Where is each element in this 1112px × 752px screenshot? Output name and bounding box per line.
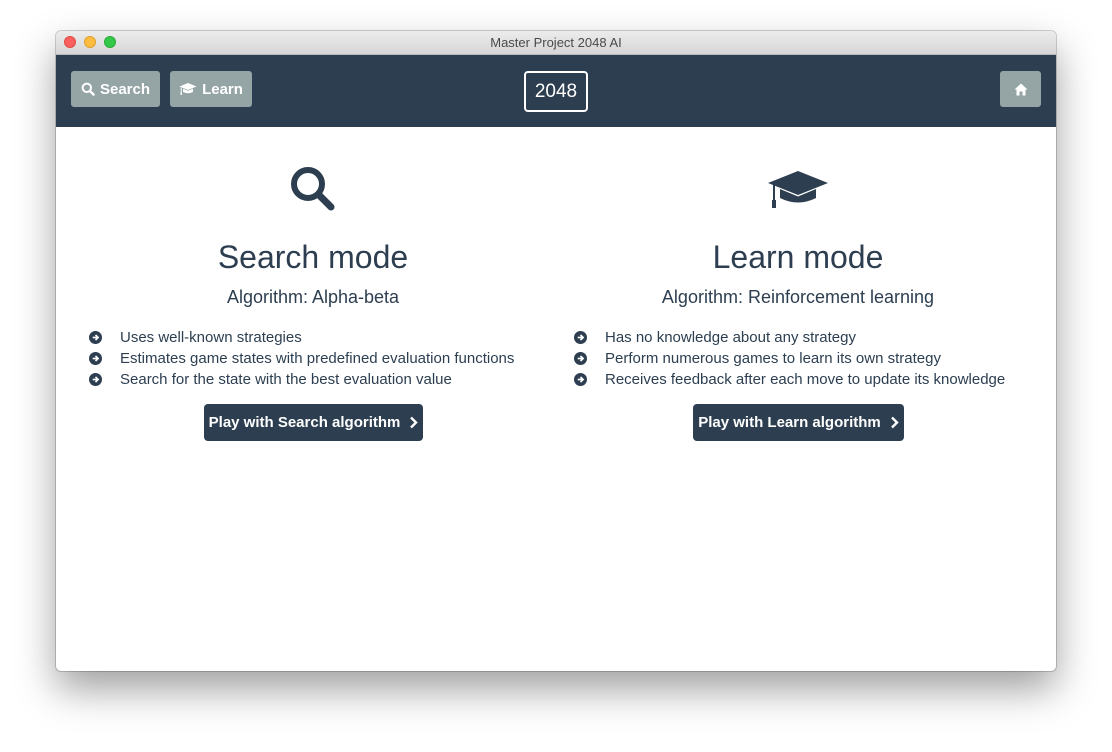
list-item: Has no knowledge about any strategy <box>574 327 1005 348</box>
learn-mode-panel: Learn mode Algorithm: Reinforcement lear… <box>558 127 1038 671</box>
list-item: Search for the state with the best evalu… <box>89 369 514 390</box>
feature-text: Uses well-known strategies <box>120 329 302 346</box>
feature-text: Perform numerous games to learn its own … <box>605 350 941 367</box>
navbar: Search Learn 2048 <box>56 55 1056 127</box>
learn-mode-title: Learn mode <box>712 239 884 275</box>
list-item: Perform numerous games to learn its own … <box>574 348 1005 369</box>
play-search-label: Play with Search algorithm <box>208 414 401 431</box>
feature-text: Receives feedback after each move to upd… <box>605 371 1006 388</box>
feature-text: Has no knowledge about any strategy <box>605 329 856 346</box>
title-bar: Master Project 2048 AI <box>56 31 1056 55</box>
search-icon <box>81 82 95 96</box>
chevron-right-icon <box>890 416 899 429</box>
search-mode-title: Search mode <box>217 239 409 275</box>
arrow-circle-right-icon <box>574 352 587 365</box>
graduation-cap-icon <box>179 83 197 95</box>
list-item: Uses well-known strategies <box>89 327 514 348</box>
arrow-circle-right-icon <box>574 331 587 344</box>
search-mode-panel: Search mode Algorithm: Alpha-beta Uses w… <box>73 127 553 671</box>
brand-logo[interactable]: 2048 <box>524 71 588 112</box>
list-item: Estimates game states with predefined ev… <box>89 348 514 369</box>
window-title: Master Project 2048 AI <box>490 35 622 50</box>
app-window: Master Project 2048 AI Search Learn 2048 <box>56 31 1056 671</box>
arrow-circle-right-icon <box>89 352 102 365</box>
play-search-button[interactable]: Play with Search algorithm <box>204 404 423 441</box>
search-icon <box>291 167 335 211</box>
nav-learn-button[interactable]: Learn <box>170 71 252 107</box>
search-mode-algorithm: Algorithm: Alpha-beta <box>226 287 400 307</box>
home-icon <box>1014 83 1027 95</box>
learn-mode-features: Has no knowledge about any strategy Perf… <box>574 327 1005 390</box>
nav-search-button[interactable]: Search <box>71 71 160 107</box>
home-button[interactable] <box>1000 71 1041 107</box>
search-mode-features: Uses well-known strategies Estimates gam… <box>89 327 514 390</box>
arrow-circle-right-icon <box>89 331 102 344</box>
nav-search-label: Search <box>99 80 151 98</box>
graduation-cap-icon <box>768 171 828 208</box>
learn-mode-algorithm: Algorithm: Reinforcement learning <box>661 287 935 307</box>
feature-text: Estimates game states with predefined ev… <box>120 350 515 367</box>
arrow-circle-right-icon <box>574 373 587 386</box>
play-learn-button[interactable]: Play with Learn algorithm <box>693 404 904 441</box>
play-learn-label: Play with Learn algorithm <box>698 414 881 431</box>
feature-text: Search for the state with the best evalu… <box>120 371 452 388</box>
nav-learn-label: Learn <box>202 80 243 98</box>
arrow-circle-right-icon <box>89 373 102 386</box>
chevron-right-icon <box>410 416 419 429</box>
main-content: Search mode Algorithm: Alpha-beta Uses w… <box>56 127 1056 671</box>
list-item: Receives feedback after each move to upd… <box>574 369 1005 390</box>
